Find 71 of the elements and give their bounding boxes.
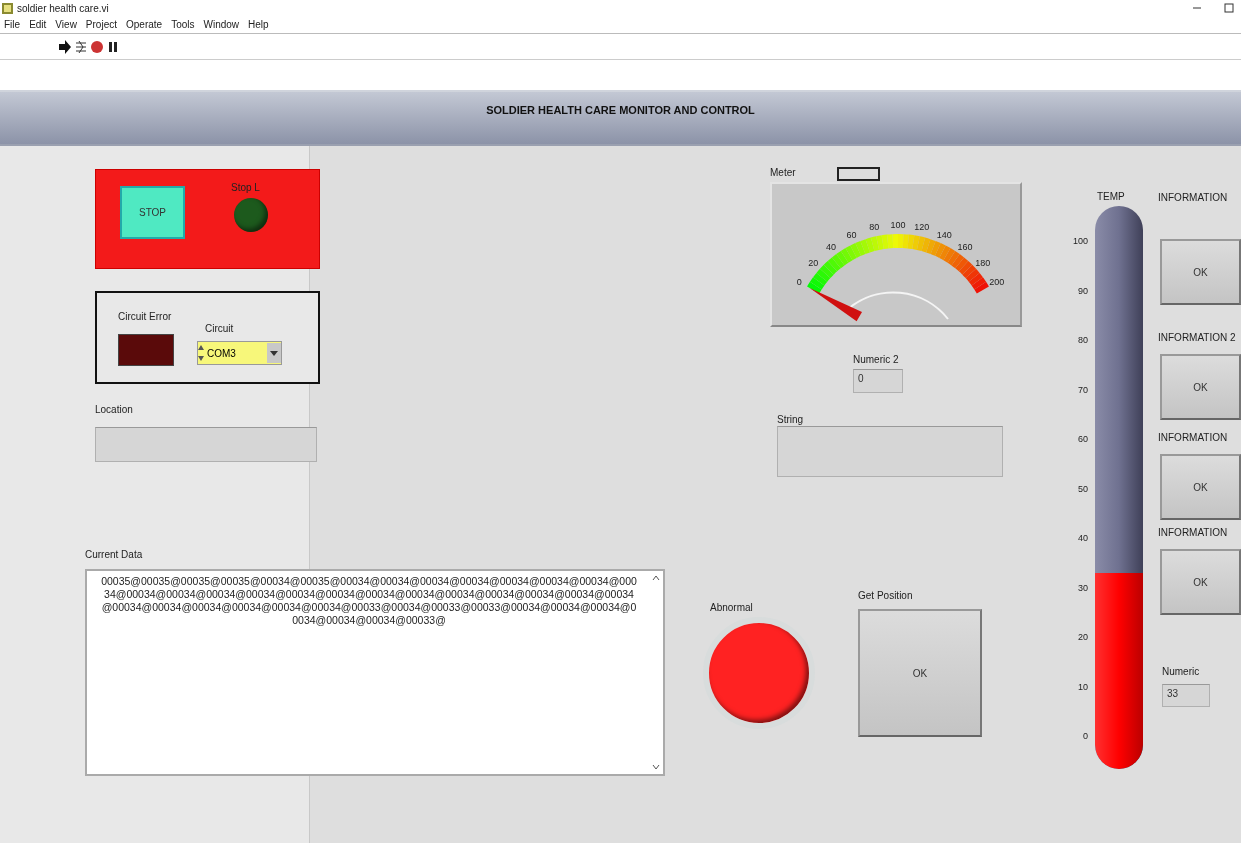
gauge-scale-label: 0 [796, 277, 802, 287]
scroll-down-icon[interactable] [652, 764, 660, 770]
stop-button[interactable]: STOP [120, 186, 185, 239]
numeric-field[interactable]: 33 [1162, 684, 1210, 707]
scale-label: 80 [1078, 335, 1088, 345]
menu-item[interactable]: Project [85, 19, 117, 30]
current-data-field[interactable] [85, 569, 665, 776]
button-label: INFORMATION 2 [1158, 332, 1236, 344]
menu-item[interactable]: Tools [171, 19, 195, 30]
abort-icon[interactable] [90, 38, 104, 55]
gauge-scale-label: 140 [936, 229, 952, 240]
data-text: 00035@00035@00035@00035@00034@00035@00034@00034@00034@00034@00034@00034@00034@00034@00034@00034@00034@00034@00034@00034@00034@00034@00034@00034@00034@00034@00034@00034@00034@00034@00034@00034@00034@00033@00034@00033@00033@00034@00034@00034@00034@00034@00034@00033@ [100, 574, 638, 628]
gauge-scale-label: 120 [914, 222, 930, 233]
scale-label: 10 [1078, 681, 1088, 692]
led-label: Stop L [231, 182, 260, 194]
scale-label: 40 [1078, 533, 1088, 543]
ok-button[interactable]: OK [1160, 454, 1241, 520]
ok-button[interactable]: OK [1160, 239, 1241, 305]
field-label: Numeric 2 [853, 354, 899, 366]
run-continuous-icon[interactable] [74, 38, 88, 55]
scale-label: 0 [1083, 731, 1088, 741]
caret-icon[interactable] [267, 343, 281, 363]
button-label: INFORMATION [1158, 432, 1228, 444]
scale-label: 70 [1078, 384, 1088, 395]
menu-item[interactable]: Help [248, 19, 269, 30]
selector-label: Circuit [205, 323, 234, 335]
field-label: Location [95, 404, 133, 416]
button-label: INFORMATION [1158, 527, 1228, 539]
ok-button[interactable]: OK [1160, 549, 1241, 615]
gauge-scale-label: 20 [808, 257, 819, 268]
field-label: Current Data [85, 549, 143, 561]
scale-label: 60 [1078, 434, 1088, 444]
circuit-dropdown[interactable]: COM3 [197, 341, 282, 365]
menu-item[interactable]: Edit [29, 19, 47, 30]
menu-item[interactable]: Operate [126, 19, 163, 30]
thermometer-label: TEMP [1097, 191, 1125, 203]
menu-item[interactable]: File [4, 19, 21, 30]
string-field[interactable] [777, 426, 1003, 477]
gauge-scale-label: 200 [989, 277, 1005, 287]
field-label: String [777, 414, 804, 426]
maximize-icon[interactable] [1223, 2, 1235, 14]
scroll-up-icon[interactable] [652, 575, 660, 581]
scale-label: 20 [1078, 632, 1088, 642]
location-field[interactable] [95, 427, 317, 462]
scale-label: 50 [1078, 483, 1088, 494]
meter-label: Meter [770, 167, 796, 179]
menu-item[interactable]: Window [203, 19, 240, 30]
button-label: Get Position [858, 590, 913, 602]
menu-item[interactable]: View [55, 19, 77, 30]
panel-title: SOLDIER HEALTH CARE MONITOR AND CONTROL [486, 104, 755, 118]
numeric-field[interactable]: 0 [853, 369, 903, 393]
led-label: Circuit Error [118, 311, 172, 323]
window-title: soldier health care.vi [17, 2, 110, 14]
field-label: Numeric [1162, 666, 1200, 678]
app-icon [2, 2, 13, 14]
button-label: INFORMATION [1158, 192, 1228, 204]
ok-button[interactable]: OK [858, 609, 982, 737]
scale-label: 90 [1078, 285, 1088, 296]
run-arrow-icon[interactable] [58, 38, 72, 55]
led-label: Abnormal [710, 602, 753, 614]
gauge-scale-label: 60 [846, 229, 857, 240]
gauge-scale-label: 160 [957, 241, 973, 252]
gauge-scale-label: 180 [975, 257, 991, 268]
increment-arrows-icon[interactable] [198, 344, 204, 362]
scale-label: 30 [1078, 582, 1088, 593]
gauge-needle [809, 288, 862, 322]
gauge-scale-label: 80 [869, 222, 880, 233]
gauge-scale-label: 40 [826, 241, 836, 252]
ok-button[interactable]: OK [1160, 354, 1241, 420]
gauge-scale-label: 100 [890, 220, 906, 230]
scale-label: 100 [1072, 236, 1088, 246]
